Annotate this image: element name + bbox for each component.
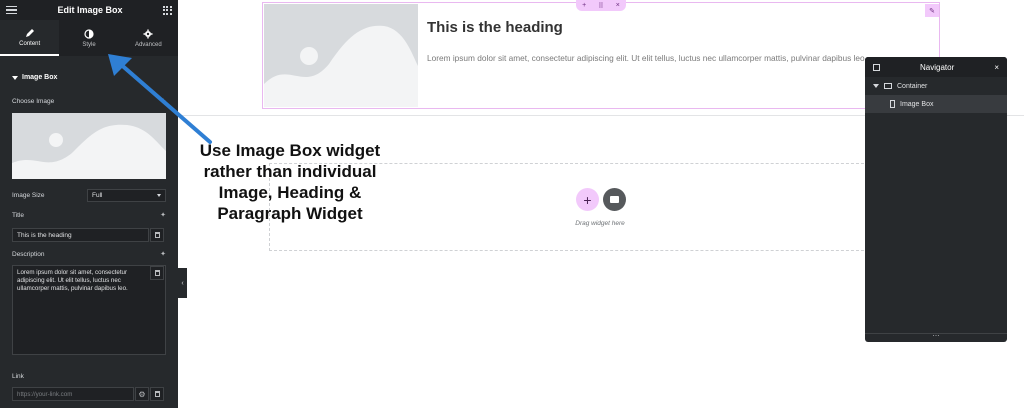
caret-down-icon: [12, 75, 18, 80]
collapse-all-icon[interactable]: [873, 63, 880, 71]
delete-element-button[interactable]: ×: [616, 2, 620, 9]
description-label: Description: [12, 251, 45, 258]
image-box-icon: [890, 100, 895, 108]
panel-title: Edit Image Box: [57, 5, 123, 15]
move-handle-icon[interactable]: ⠿: [598, 2, 603, 10]
panel-header: Edit Image Box: [0, 0, 178, 20]
navigator-item-image-box[interactable]: Image Box: [865, 95, 1007, 113]
description-textarea[interactable]: Lorem ipsum dolor sit amet, consectetur …: [12, 265, 166, 355]
title-label: Title: [12, 212, 25, 219]
navigator-panel: Navigator × Container Image Box ⋯: [865, 57, 1007, 342]
navigator-resize-handle[interactable]: ⋯: [865, 333, 1007, 342]
folder-icon: [610, 196, 619, 203]
pencil-icon: [25, 28, 34, 37]
widget-toolbar: + ⠿ ×: [576, 0, 626, 11]
tab-style-label: Style: [82, 41, 96, 48]
image-box-image: [264, 4, 418, 107]
dynamic-tags-icon[interactable]: [150, 228, 164, 242]
image-size-label: Image Size: [12, 192, 45, 199]
annotation-callout-text: Use Image Box widget rather than individ…: [199, 141, 381, 223]
navigator-item-container[interactable]: Container: [865, 77, 1007, 95]
navigator-title: Navigator: [920, 62, 955, 72]
tab-content[interactable]: Content: [0, 20, 60, 56]
ai-sparkle-icon[interactable]: ✦: [160, 211, 166, 219]
image-box-heading: This is the heading: [427, 19, 563, 36]
add-widget-button[interactable]: +: [576, 188, 599, 211]
tab-advanced-label: Advanced: [134, 41, 162, 48]
chevron-down-icon: [157, 194, 161, 197]
caret-down-icon[interactable]: [873, 84, 879, 88]
half-circle-icon: [84, 28, 94, 39]
add-element-button[interactable]: +: [582, 2, 586, 9]
link-label: Link: [12, 373, 24, 380]
section-title-label: Image Box: [22, 74, 58, 81]
edit-widget-button[interactable]: ✎: [925, 4, 939, 17]
container-icon: [884, 83, 892, 89]
image-box-widget[interactable]: This is the heading Lorem ipsum dolor si…: [262, 2, 940, 109]
title-input[interactable]: This is the heading: [12, 228, 149, 242]
ai-sparkle-icon[interactable]: ✦: [160, 250, 166, 258]
annotation-arrow: [108, 54, 212, 144]
navigator-header: Navigator ×: [865, 57, 1007, 77]
tab-content-label: Content: [19, 40, 41, 47]
dynamic-tags-icon[interactable]: [150, 387, 164, 401]
navigator-close-button[interactable]: ×: [994, 63, 999, 72]
section-toggle-image-box[interactable]: Image Box: [12, 74, 57, 81]
template-library-button[interactable]: [603, 188, 626, 211]
hamburger-menu-icon[interactable]: [6, 5, 17, 15]
link-options-gear-icon[interactable]: ⚙: [135, 387, 149, 401]
image-box-description: Lorem ipsum dolor sit amet, consectetur …: [427, 53, 867, 63]
choose-image-label: Choose Image: [12, 98, 55, 105]
image-size-value: Full: [92, 192, 103, 199]
drag-widget-hint: Drag widget here: [575, 220, 625, 227]
placeholder-image-icon: [264, 4, 418, 107]
collapse-panel-handle[interactable]: ‹: [178, 268, 187, 298]
gear-icon: [143, 29, 153, 38]
widgets-grid-icon[interactable]: [162, 5, 172, 15]
dynamic-tags-icon[interactable]: [150, 266, 164, 280]
image-size-select[interactable]: Full: [87, 189, 166, 202]
link-input[interactable]: https://your-link.com: [12, 387, 134, 401]
navigator-item-label: Image Box: [900, 100, 934, 108]
navigator-item-label: Container: [897, 82, 928, 90]
